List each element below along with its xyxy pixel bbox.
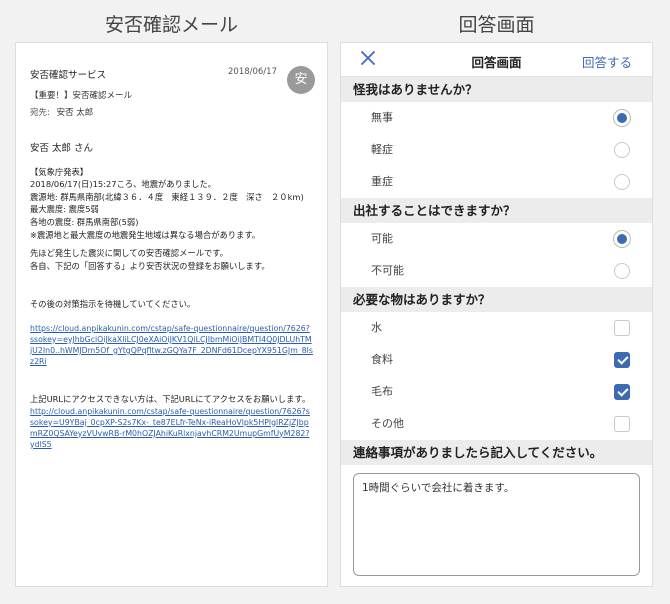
radio-unselected[interactable]: [614, 174, 630, 190]
option-label: その他: [371, 417, 404, 430]
avatar: 安: [287, 66, 315, 94]
submit-answer-button[interactable]: 回答する: [582, 52, 632, 71]
attendance-question: 出社することはできますか？: [341, 198, 652, 223]
option-water[interactable]: 水: [341, 312, 652, 344]
form-topbar: 回答画面 回答する: [341, 43, 652, 77]
mail-header: 安否確認サービス 2018/06/17 安 【重要！】安否確認メール 宛先: 安…: [16, 43, 327, 143]
radio-unselected[interactable]: [614, 142, 630, 158]
checkbox-checked[interactable]: [614, 352, 630, 368]
checkbox-unchecked[interactable]: [614, 416, 630, 432]
option-other[interactable]: その他: [341, 408, 652, 440]
option-label: 重症: [371, 175, 393, 188]
supplies-question: 必要な物はありますか？: [341, 287, 652, 312]
radio-selected[interactable]: [614, 110, 630, 126]
notes-header: 連絡事項がありましたら記入してください。: [341, 440, 652, 465]
notes-textarea[interactable]: 1時間ぐらいで会社に着きます。: [353, 473, 640, 576]
radio-selected[interactable]: [614, 231, 630, 247]
mail-panel: 安否確認サービス 2018/06/17 安 【重要！】安否確認メール 宛先: 安…: [15, 42, 328, 587]
mail-subject: 【重要！】安否確認メール: [30, 91, 133, 101]
radio-unselected[interactable]: [614, 263, 630, 279]
checkbox-checked[interactable]: [614, 384, 630, 400]
option-blanket[interactable]: 毛布: [341, 376, 652, 408]
option-label: 毛布: [371, 385, 393, 398]
option-possible[interactable]: 可能: [341, 223, 652, 255]
mail-instruction: 先ほど発生した震災に関しての安否確認メールです。 各自、下記の「回答する」より安…: [30, 248, 270, 271]
quake-report: 【気象庁発表】 2018/06/17(日)15:27ころ、地震がありました。 震…: [30, 166, 304, 240]
mail-alt-instruction: 上記URLにアクセスできない方は、下記URLにてアクセスをお願いします。: [30, 393, 311, 404]
option-serious-injury[interactable]: 重症: [341, 166, 652, 198]
mail-heading: 安否確認メール: [104, 14, 238, 36]
recipient-name: 安否 太郎: [56, 108, 94, 118]
option-safe[interactable]: 無事: [341, 102, 652, 134]
option-label: 軽症: [371, 143, 393, 156]
mail-recipient: 宛先: 安否 太郎: [30, 106, 313, 118]
injury-question: 怪我はありませんか？: [341, 77, 652, 102]
option-label: 食料: [371, 353, 393, 366]
recipient-label: 宛先:: [30, 108, 50, 118]
option-impossible[interactable]: 不可能: [341, 255, 652, 287]
form-heading: 回答画面: [458, 14, 535, 36]
answer-panel: 回答画面 回答する 怪我はありませんか？ 無事 軽症 重症 出社することはできま…: [340, 42, 653, 587]
answer-link-primary[interactable]: https://cloud.anpikakunin.com/cstap/safe…: [30, 323, 313, 367]
mail-body: 安否 太郎 さん 【気象庁発表】 2018/06/17(日)15:27ころ、地震…: [16, 143, 327, 450]
option-food[interactable]: 食料: [341, 344, 652, 376]
option-minor-injury[interactable]: 軽症: [341, 134, 652, 166]
mail-standby-note: その後の対策指示を待機していてください。: [30, 299, 196, 310]
option-label: 可能: [371, 232, 393, 245]
mail-salutation: 安否 太郎 さん: [30, 143, 94, 154]
answer-link-alternate[interactable]: http://cloud.anpikakunin.com/cstap/safe-…: [30, 406, 313, 450]
mail-date: 2018/06/17: [228, 67, 277, 77]
option-label: 水: [371, 321, 382, 334]
option-label: 不可能: [371, 264, 404, 277]
option-label: 無事: [371, 111, 393, 124]
checkbox-unchecked[interactable]: [614, 320, 630, 336]
